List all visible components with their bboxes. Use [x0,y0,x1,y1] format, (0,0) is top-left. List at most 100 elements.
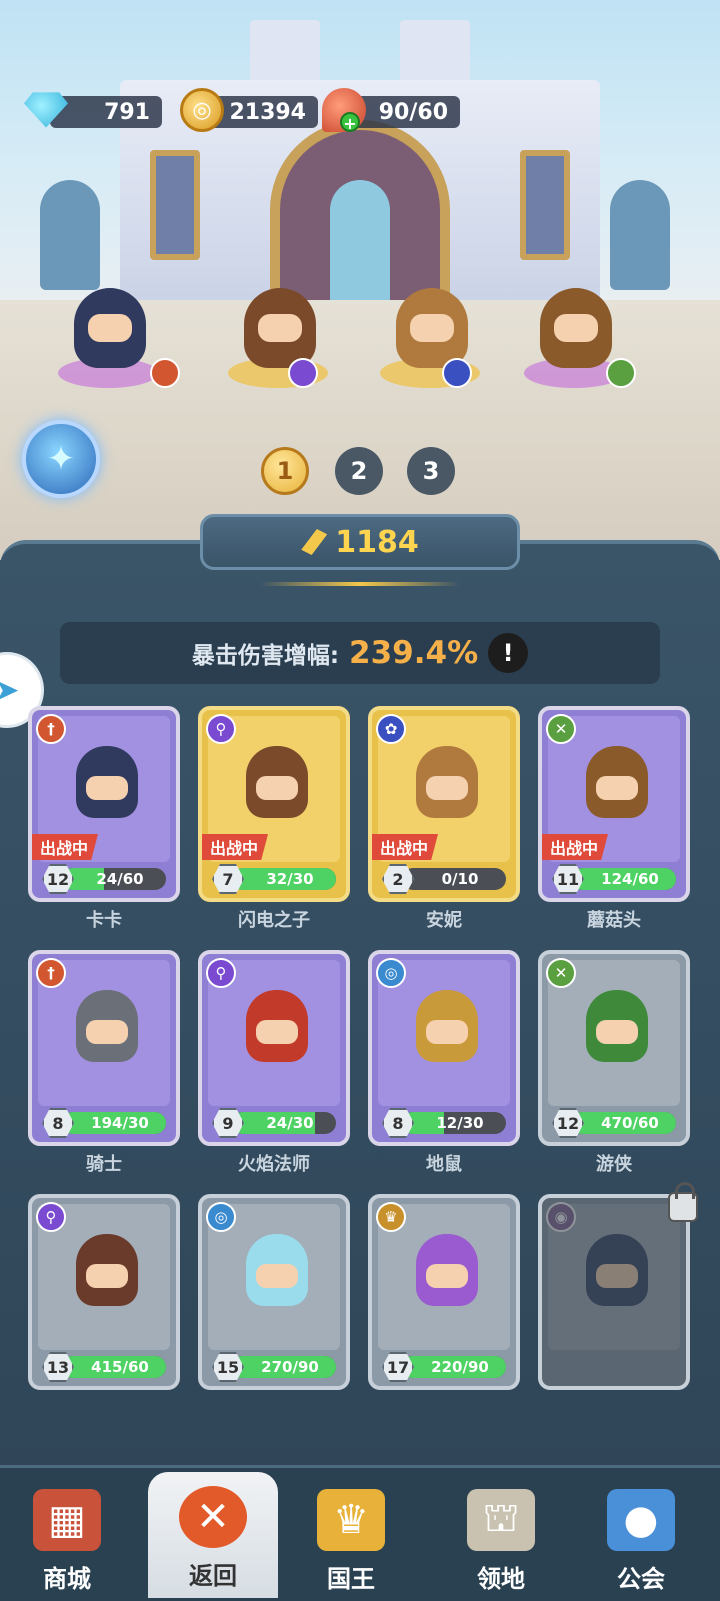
shard-progress-text: 470/60 [601,1114,659,1132]
field-hero[interactable] [372,280,482,390]
add-stamina-icon[interactable]: + [340,112,360,133]
team-page-3[interactable]: 3 [407,447,455,495]
hero-card[interactable]: † 8 194/30 [28,950,180,1146]
field-hero[interactable] [220,280,330,390]
deployed-tag: 出战中 [202,834,269,860]
nav-label: 领地 [477,1565,525,1593]
dagger-icon: † [36,958,66,988]
nav-label: 返回 [189,1562,237,1590]
shard-progress-bar: 24/30 [232,1112,336,1134]
crit-bonus-box: 暴击伤害增幅: 239.4% ! [60,622,660,684]
hero-card[interactable]: ◎ 8 12/30 [368,950,520,1146]
stamina-value: 90/60 [378,99,448,125]
castle-window-left [150,150,200,260]
hero-name: 卡卡 [86,910,122,931]
team-power-value: 1184 [335,524,419,560]
shard-progress-bar: 12/30 [402,1112,506,1134]
shard-progress-text: 24/30 [266,1114,314,1132]
shard-progress-text: 220/90 [431,1358,489,1376]
hero-name: 闪电之子 [238,910,310,931]
shard-progress-text: 12/30 [436,1114,484,1132]
hero-card[interactable]: ♛ 17 220/90 [368,1194,520,1390]
deployed-tag: 出战中 [372,834,439,860]
level-row: 9 24/30 [212,1108,336,1138]
castle-icon: ⛫ [467,1489,535,1551]
shard-progress-text: 270/90 [261,1358,319,1376]
shop-icon: ▦ [33,1489,101,1551]
hero-face [256,776,298,800]
shard-progress-text: 415/60 [91,1358,149,1376]
hero-card[interactable]: ◎ 15 270/90 [198,1194,350,1390]
crown-icon: ♛ [317,1489,385,1551]
close-icon: ✕ [179,1486,247,1548]
team-power-tab: 1184 [200,514,520,570]
hero-card[interactable]: ✿ 出战中 2 0/10 [368,706,520,902]
shard-progress-bar: 24/60 [62,868,166,890]
tree-right [610,180,670,290]
class-badge-icon [288,358,318,388]
shard-progress-bar: 32/30 [232,868,336,890]
hero-card[interactable]: ✕ 出战中 11 124/60 [538,706,690,902]
nav-shop[interactable]: ▦ 商城 [2,1475,132,1601]
shard-progress-text: 32/30 [266,870,314,888]
stamina-counter[interactable]: + 90/60 [322,88,460,133]
nav-planet[interactable]: ● 公会 [576,1475,706,1601]
hero-card[interactable]: ⚲ 13 415/60 [28,1194,180,1390]
team-page-2[interactable]: 2 [335,447,383,495]
field-hero[interactable] [50,280,180,390]
crit-bonus-label: 暴击伤害增幅: [191,643,340,669]
level-row: 8 12/30 [382,1108,506,1138]
shard-progress-bar: 220/90 [402,1356,506,1378]
hero-face [86,1020,128,1044]
magnifier-icon: ⚲ [206,958,236,988]
nav-castle[interactable]: ⛫ 领地 [436,1475,566,1601]
hero-card[interactable]: ⚲ 出战中 7 32/30 [198,706,350,902]
field-hero[interactable] [516,280,636,390]
crit-bonus-value: 239.4% [349,635,479,671]
gems-counter[interactable]: 791 [24,92,162,128]
hero-face [256,1264,298,1288]
hero-name: 游侠 [596,1154,632,1175]
hero-face [86,1264,128,1288]
level-row: 12 470/60 [552,1108,676,1138]
hero-name: 地鼠 [426,1154,462,1175]
gold-value: 21394 [229,99,306,125]
hero-card[interactable]: ⚲ 9 24/30 [198,950,350,1146]
nav-crown[interactable]: ♛ 国王 [286,1475,416,1601]
deployed-tag: 出战中 [32,834,99,860]
tree-left [40,180,100,290]
lock-icon [668,1182,698,1222]
hero-face [426,776,468,800]
class-badge-icon [606,358,636,388]
diamond-cross-icon: ✦ [46,439,76,479]
skill-orb-button[interactable]: ✦ [22,420,100,498]
paw-icon: ✿ [376,714,406,744]
hero-card[interactable]: † 出战中 12 24/60 [28,706,180,902]
level-row: 7 32/30 [212,864,336,894]
level-row: 17 220/90 [382,1352,506,1382]
gold-counter[interactable]: ◎ 21394 [180,88,318,132]
shard-progress-text: 24/60 [96,870,144,888]
team-page-1[interactable]: 1 [261,447,309,495]
level-row: 15 270/90 [212,1352,336,1382]
crossbow-icon: ✕ [546,714,576,744]
shard-progress-bar: 415/60 [62,1356,166,1378]
hero-name: 火焰法师 [238,1154,310,1175]
magnifier-icon: ⚲ [206,714,236,744]
locked-overlay [542,1198,686,1386]
dagger-icon: † [36,714,66,744]
planet-icon: ● [607,1489,675,1551]
hero-card[interactable]: ✕ 12 470/60 [538,950,690,1146]
spiral-icon: ◎ [206,1202,236,1232]
castle-window-right [520,150,570,260]
class-badge-icon [150,358,180,388]
hero-face [426,1264,468,1288]
hero-face [86,776,128,800]
crossbow-icon: ✕ [546,958,576,988]
nav-close[interactable]: ✕ 返回 [148,1472,278,1598]
crit-info-button[interactable]: ! [488,633,529,673]
coin-icon: ◎ [180,88,224,132]
level-row: 13 415/60 [42,1352,166,1382]
hero-card[interactable]: ◉ [538,1194,690,1390]
deployed-tag: 出战中 [542,834,609,860]
